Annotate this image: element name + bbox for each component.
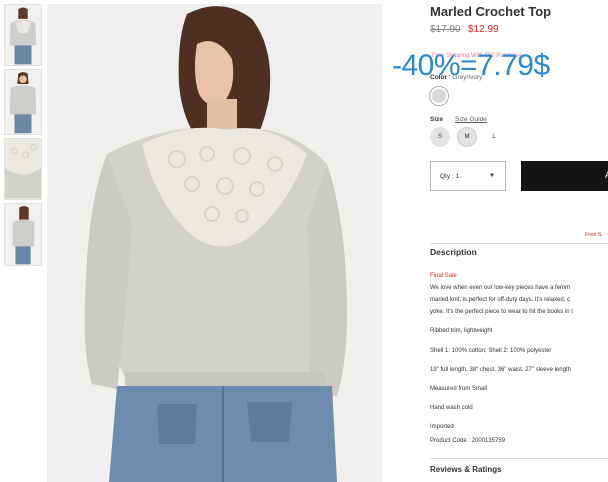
detail-material: Shell 1: 100% cotton; Shell 2: 100% poly… [430,348,552,354]
color-swatch-grey-ivory[interactable] [429,86,449,106]
thumbnail-side-view[interactable] [4,203,42,266]
size-label: Size [430,116,444,123]
thumbnail-back-view[interactable] [4,4,42,66]
thumbnail-side-image [5,204,41,265]
thumbnail-front-view[interactable] [4,69,42,135]
free-shipping-note: Free S [585,232,602,238]
quantity-select[interactable]: Qty : 1 ▼ [430,161,506,191]
swatch-fill [432,89,446,103]
detail-measured-from: Measured from Small [430,386,488,392]
original-price: $17.90 [430,24,461,35]
size-option-s[interactable]: S [430,127,450,147]
final-sale-label: Final Sale [430,273,457,279]
divider [430,243,608,244]
description-text-line: marled knit, is perfect for off-duty day… [430,297,571,303]
product-code: Product Code : 2000135759 [430,438,506,444]
discount-overlay-text: -40%=7.79$ [392,49,550,82]
detail-origin: Imported [430,424,454,430]
size-option-m[interactable]: M [457,127,477,147]
description-heading: Description [430,247,477,257]
detail-trim: Ribbed trim, lightweight [430,328,493,334]
add-to-bag-button[interactable]: A [521,161,608,191]
thumbnail-back-image [5,5,41,65]
description-text-line: yoke. It's the perfect piece to wear to … [430,309,573,315]
chevron-down-icon: ▼ [489,173,495,179]
model-photo [47,4,382,482]
main-product-image[interactable] [47,4,382,482]
product-title: Marled Crochet Top [430,4,552,19]
divider [430,458,608,459]
detail-care: Hand wash cold [430,405,473,411]
sale-price: $12.99 [468,24,499,35]
thumbnail-detail-image [5,139,41,199]
thumbnail-detail-view[interactable] [4,138,42,200]
size-option-l[interactable]: L [484,127,504,147]
description-text-line: We love when even our low-key pieces hav… [430,285,570,291]
thumbnail-front-image [5,70,41,134]
size-guide-link[interactable]: Size Guide [455,116,487,123]
quantity-label: Qty : 1 [440,172,460,180]
reviews-heading[interactable]: Reviews & Ratings [430,465,502,474]
detail-measurements: 19" full length, 38" chest, 36" waist, 2… [430,367,571,373]
